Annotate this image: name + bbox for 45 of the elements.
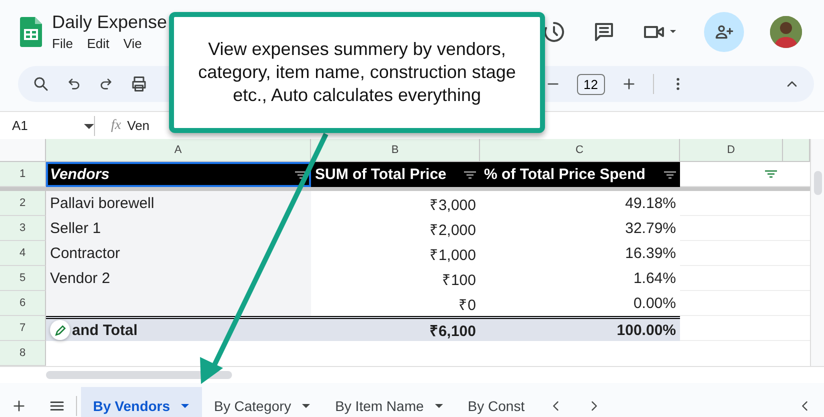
table-cell-text: ₹100 [442, 270, 476, 288]
row-number[interactable]: 1 [0, 162, 46, 187]
row-number[interactable]: 6 [0, 291, 46, 316]
table-cell: 16.39% [625, 245, 676, 262]
table-cell: 0.00% [633, 295, 676, 312]
table-cell: 32.79% [625, 220, 676, 237]
row-number[interactable]: 8 [0, 341, 46, 366]
column-header[interactable]: D [680, 139, 783, 162]
column-header[interactable]: C [480, 139, 680, 162]
menu-item[interactable]: Vie [123, 35, 142, 52]
sheet-tab[interactable]: By Item Name [323, 387, 456, 417]
table-cell: Seller 1 [50, 220, 101, 237]
row-number[interactable]: 7 [0, 316, 46, 341]
header-cell[interactable]: Vendors [46, 162, 311, 187]
table-cell: Pallavi borewell [50, 195, 154, 212]
menu-item[interactable]: File [52, 35, 73, 52]
table-cell-text: ₹0 [458, 296, 476, 314]
sheet-tab[interactable]: By Category [202, 387, 324, 417]
table-cell: 49.18% [625, 195, 676, 212]
fx-label: fx [111, 118, 122, 134]
header-cell[interactable]: % of Total Price Spend [480, 162, 680, 187]
formula-field[interactable]: Ven [127, 118, 150, 133]
sheet-tab[interactable]: By Vendors [81, 387, 202, 417]
table-cell: 1.64% [633, 270, 676, 287]
table-cell: 100.00% [616, 322, 676, 338]
column-header[interactable]: B [311, 139, 480, 162]
row-number[interactable]: 5 [0, 266, 46, 291]
callout-text: View expenses summery by vendors, category, item name, construction stage etc., Auto calculates everything [197, 38, 517, 107]
row-number[interactable]: 4 [0, 241, 46, 266]
font-size-field[interactable]: 12 [576, 74, 605, 94]
sheet-tab[interactable]: By Const [456, 387, 537, 417]
table-cell: and Total [72, 322, 138, 338]
document-title[interactable]: Daily Expense [52, 12, 168, 33]
column-header[interactable]: A [46, 139, 311, 162]
row-number[interactable]: 3 [0, 216, 46, 241]
table-cell-text: ₹3,000 [429, 196, 476, 214]
row-number[interactable]: 2 [0, 191, 46, 216]
table-cell-text: ₹2,000 [429, 220, 476, 238]
table-cell-text: ₹1,000 [429, 246, 476, 264]
menu-item[interactable]: Edit [86, 35, 110, 52]
table-cell-text: ₹6,100 [429, 322, 476, 340]
table-cell: Vendor 2 [50, 270, 110, 287]
header-cell[interactable]: SUM of Total Price [311, 162, 480, 187]
name-box[interactable]: A1 [0, 118, 84, 133]
table-cell: Contractor [50, 245, 120, 262]
